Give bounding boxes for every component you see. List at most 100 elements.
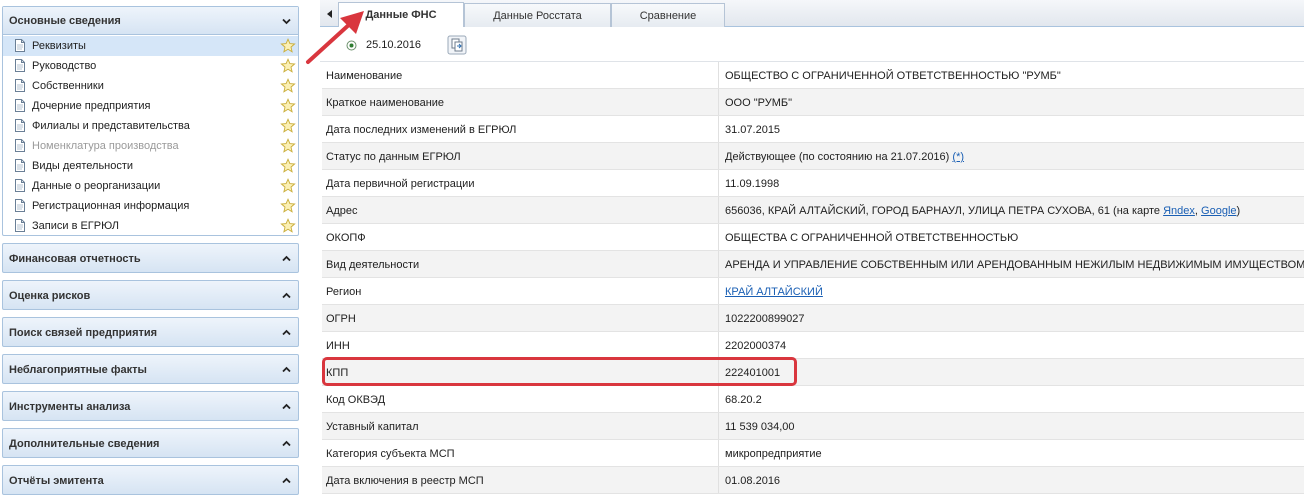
star-icon[interactable]	[280, 98, 296, 114]
field-value: 2202000374	[725, 340, 786, 352]
chevron-up-icon[interactable]	[282, 365, 291, 374]
tab-rosstat-label: Данные Росстата	[493, 10, 582, 22]
table-row: Вид деятельности АРЕНДА И УПРАВЛЕНИЕ СОБС…	[322, 251, 1304, 278]
section-title: Поиск связей предприятия	[9, 327, 158, 339]
field-value-text: ОБЩЕСТВО С ОГРАНИЧЕННОЙ ОТВЕТСТВЕННОСТЬЮ…	[725, 70, 1061, 82]
field-link[interactable]: Google	[1201, 205, 1236, 217]
column-divider	[718, 305, 719, 331]
star-icon[interactable]	[280, 38, 296, 54]
tab-rosstat[interactable]: Данные Росстата	[464, 3, 611, 27]
chevron-down-icon[interactable]	[282, 17, 291, 26]
table-row: Регион КРАЙ АЛТАЙСКИЙ	[322, 278, 1304, 305]
sidebar-section-header[interactable]: Поиск связей предприятия	[2, 317, 299, 347]
column-divider	[718, 413, 719, 439]
column-divider	[718, 332, 719, 358]
chevron-up-icon[interactable]	[282, 254, 291, 263]
column-divider	[718, 143, 719, 169]
sidebar-item-label: Номенклатура производства	[32, 140, 179, 152]
sidebar-section-header[interactable]: Неблагоприятные факты	[2, 354, 299, 384]
chevron-up-icon[interactable]	[282, 328, 291, 337]
sidebar: Основные сведения Реквизиты Руководство Со…	[0, 0, 301, 503]
table-row: Статус по данным ЕГРЮЛ Действующее (по со…	[322, 143, 1304, 170]
document-icon	[15, 99, 25, 112]
sidebar-section-header[interactable]: Финансовая отчетность	[2, 243, 299, 273]
document-icon	[15, 179, 25, 192]
field-value: 11 539 034,00	[725, 421, 795, 433]
table-row: Дата последних изменений в ЕГРЮЛ 31.07.20…	[322, 116, 1304, 143]
chevron-up-icon[interactable]	[282, 402, 291, 411]
sidebar-item[interactable]: Собственники	[3, 76, 298, 96]
column-divider	[718, 467, 719, 493]
sidebar-item[interactable]: Регистрационная информация	[3, 196, 298, 216]
sidebar-item[interactable]: Виды деятельности	[3, 156, 298, 176]
field-value: КРАЙ АЛТАЙСКИЙ	[725, 286, 823, 298]
column-divider	[718, 386, 719, 412]
field-link[interactable]: Яndex	[1163, 205, 1195, 217]
sidebar-item[interactable]: Дочерние предприятия	[3, 96, 298, 116]
field-value: 1022200899027	[725, 313, 805, 325]
sidebar-item[interactable]: Реквизиты	[3, 36, 298, 56]
sidebar-item[interactable]: Данные о реорганизации	[3, 176, 298, 196]
table-row: Наименование ОБЩЕСТВО С ОГРАНИЧЕННОЙ ОТВЕ…	[322, 62, 1304, 89]
main-info-header[interactable]: Основные сведения	[3, 7, 298, 35]
column-divider	[718, 62, 719, 88]
document-icon	[15, 159, 25, 172]
table-row: Краткое наименование ООО "РУМБ"	[322, 89, 1304, 116]
sidebar-item[interactable]: Записи в ЕГРЮЛ	[3, 216, 298, 236]
field-link[interactable]: КРАЙ АЛТАЙСКИЙ	[725, 286, 823, 298]
field-value: 656036, КРАЙ АЛТАЙСКИЙ, ГОРОД БАРНАУЛ, У…	[725, 205, 1240, 217]
field-value: АРЕНДА И УПРАВЛЕНИЕ СОБСТВЕННЫМ ИЛИ АРЕН…	[725, 259, 1304, 271]
field-value-text: 656036, КРАЙ АЛТАЙСКИЙ, ГОРОД БАРНАУЛ, У…	[725, 205, 1161, 217]
chevron-up-icon[interactable]	[282, 439, 291, 448]
field-label: Дата включения в реестр МСП	[326, 475, 484, 487]
section-title: Дополнительные сведения	[9, 438, 160, 450]
tab-compare-label: Сравнение	[639, 10, 697, 22]
sidebar-section-header[interactable]: Оценка рисков	[2, 280, 299, 310]
field-label: Наименование	[326, 70, 403, 82]
sidebar-item-label: Реквизиты	[32, 40, 86, 52]
table-row: ОКОПФ ОБЩЕСТВА С ОГРАНИЧЕННОЙ ОТВЕТСТВЕНН…	[322, 224, 1304, 251]
toolbar: 25.10.2016	[320, 28, 1304, 62]
field-label: Код ОКВЭД	[326, 394, 386, 406]
sidebar-section-header[interactable]: Отчёты эмитента	[2, 465, 299, 495]
star-icon[interactable]	[280, 78, 296, 94]
compare-icon[interactable]	[447, 35, 467, 55]
link-separator: ,	[1194, 205, 1198, 217]
field-value-text: 2202000374	[725, 340, 787, 352]
field-value-text: ООО "РУМБ"	[725, 97, 792, 109]
star-icon[interactable]	[280, 138, 296, 154]
star-icon[interactable]	[280, 198, 296, 214]
field-label: Регион	[326, 286, 362, 298]
tab-compare[interactable]: Сравнение	[611, 3, 725, 27]
sidebar-section-header[interactable]: Инструменты анализа	[2, 391, 299, 421]
table-row: Дата включения в реестр МСП 01.08.2016	[322, 467, 1304, 494]
sidebar-item[interactable]: Филиалы и представительства	[3, 116, 298, 136]
field-value: Действующее (по состоянию на 21.07.2016)…	[725, 151, 964, 163]
document-icon	[15, 59, 25, 72]
field-value-text: 68.20.2	[725, 394, 762, 406]
table-row: Дата первичной регистрации 11.09.1998	[322, 170, 1304, 197]
field-label: ОГРН	[326, 313, 356, 325]
column-divider	[718, 224, 719, 250]
star-icon[interactable]	[280, 218, 296, 234]
column-divider	[718, 278, 719, 304]
table-row: ОГРН 1022200899027	[322, 305, 1304, 332]
field-label: ИНН	[326, 340, 350, 352]
sidebar-section-header[interactable]: Дополнительные сведения	[2, 428, 299, 458]
field-link[interactable]: (*)	[952, 151, 964, 163]
star-icon[interactable]	[280, 118, 296, 134]
table-row: Категория субъекта МСП микропредприятие	[322, 440, 1304, 467]
chevron-up-icon[interactable]	[282, 476, 291, 485]
star-icon[interactable]	[280, 58, 296, 74]
field-label: Уставный капитал	[326, 421, 419, 433]
sidebar-item-label: Филиалы и представительства	[32, 120, 190, 132]
star-icon[interactable]	[280, 178, 296, 194]
field-label: Краткое наименование	[326, 97, 445, 109]
sidebar-item[interactable]: Руководство	[3, 56, 298, 76]
sidebar-item[interactable]: Номенклатура производства	[3, 136, 298, 156]
star-icon[interactable]	[280, 158, 296, 174]
chevron-up-icon[interactable]	[282, 291, 291, 300]
field-label: Дата последних изменений в ЕГРЮЛ	[326, 124, 517, 136]
document-icon	[15, 219, 25, 232]
field-value-text: микропредприятие	[725, 448, 822, 460]
